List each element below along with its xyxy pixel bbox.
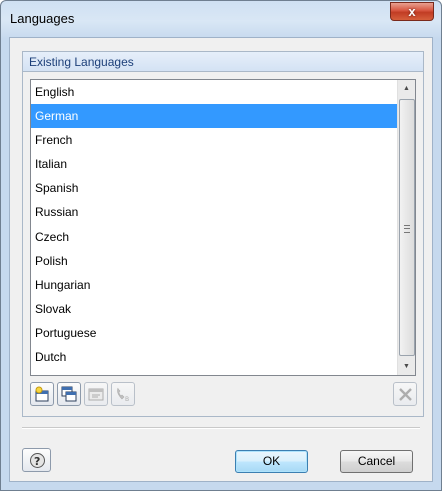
languages-listbox[interactable]: English German French Italian Spanish Russian… bbox=[30, 79, 416, 376]
language-list-item[interactable]: Russian bbox=[31, 200, 397, 224]
scroll-up-arrow-icon[interactable]: ▲ bbox=[398, 80, 415, 97]
help-icon: ? bbox=[30, 453, 45, 468]
new-icon bbox=[35, 386, 49, 402]
phone-code-icon: B bbox=[117, 387, 129, 403]
scroll-thumb[interactable] bbox=[399, 99, 415, 356]
new-language-button[interactable] bbox=[30, 382, 54, 406]
phone-code-button[interactable]: B bbox=[111, 382, 135, 406]
languages-dialog: Languages x Existing Languages English Ge… bbox=[0, 0, 442, 491]
copy-language-button[interactable] bbox=[57, 382, 81, 406]
language-list-item[interactable]: French bbox=[31, 128, 397, 152]
svg-text:?: ? bbox=[34, 455, 40, 468]
group-header: Existing Languages bbox=[23, 52, 423, 72]
help-button[interactable]: ? bbox=[22, 448, 51, 472]
dialog-body: Existing Languages English German French It… bbox=[9, 37, 433, 482]
delete-icon bbox=[399, 388, 412, 401]
language-list-item[interactable]: English bbox=[31, 80, 397, 104]
group-title: Existing Languages bbox=[29, 55, 134, 69]
edit-language-button[interactable] bbox=[84, 382, 108, 406]
scroll-down-arrow-icon[interactable]: ▼ bbox=[398, 358, 415, 375]
svg-text:B: B bbox=[125, 396, 129, 403]
delete-language-button[interactable] bbox=[393, 382, 417, 406]
languages-list: English German French Italian Spanish Russian… bbox=[31, 80, 397, 375]
language-list-item[interactable]: Italian bbox=[31, 152, 397, 176]
language-list-item[interactable]: Spanish bbox=[31, 176, 397, 200]
edit-icon bbox=[88, 388, 104, 401]
footer-separator bbox=[22, 427, 420, 429]
scroll-grip-icon bbox=[404, 224, 410, 233]
vertical-scrollbar[interactable]: ▲ ▼ bbox=[397, 80, 415, 375]
language-list-item[interactable]: Hungarian bbox=[31, 273, 397, 297]
cancel-button[interactable]: Cancel bbox=[340, 450, 413, 473]
language-list-item[interactable]: Polish bbox=[31, 249, 397, 273]
close-button[interactable]: x bbox=[390, 2, 434, 21]
language-list-item[interactable]: Dutch bbox=[31, 345, 397, 369]
copy-icon bbox=[61, 386, 77, 402]
language-list-item[interactable]: Slovak bbox=[31, 297, 397, 321]
window-title: Languages bbox=[10, 11, 75, 26]
existing-languages-group: Existing Languages English German French It… bbox=[22, 51, 424, 417]
language-list-item[interactable]: Czech bbox=[31, 225, 397, 249]
language-list-item[interactable]: Portuguese bbox=[31, 321, 397, 345]
close-icon: x bbox=[408, 4, 416, 19]
ok-button[interactable]: OK bbox=[235, 450, 308, 473]
title-bar[interactable]: Languages x bbox=[1, 1, 441, 37]
language-list-item[interactable]: German bbox=[31, 104, 397, 129]
